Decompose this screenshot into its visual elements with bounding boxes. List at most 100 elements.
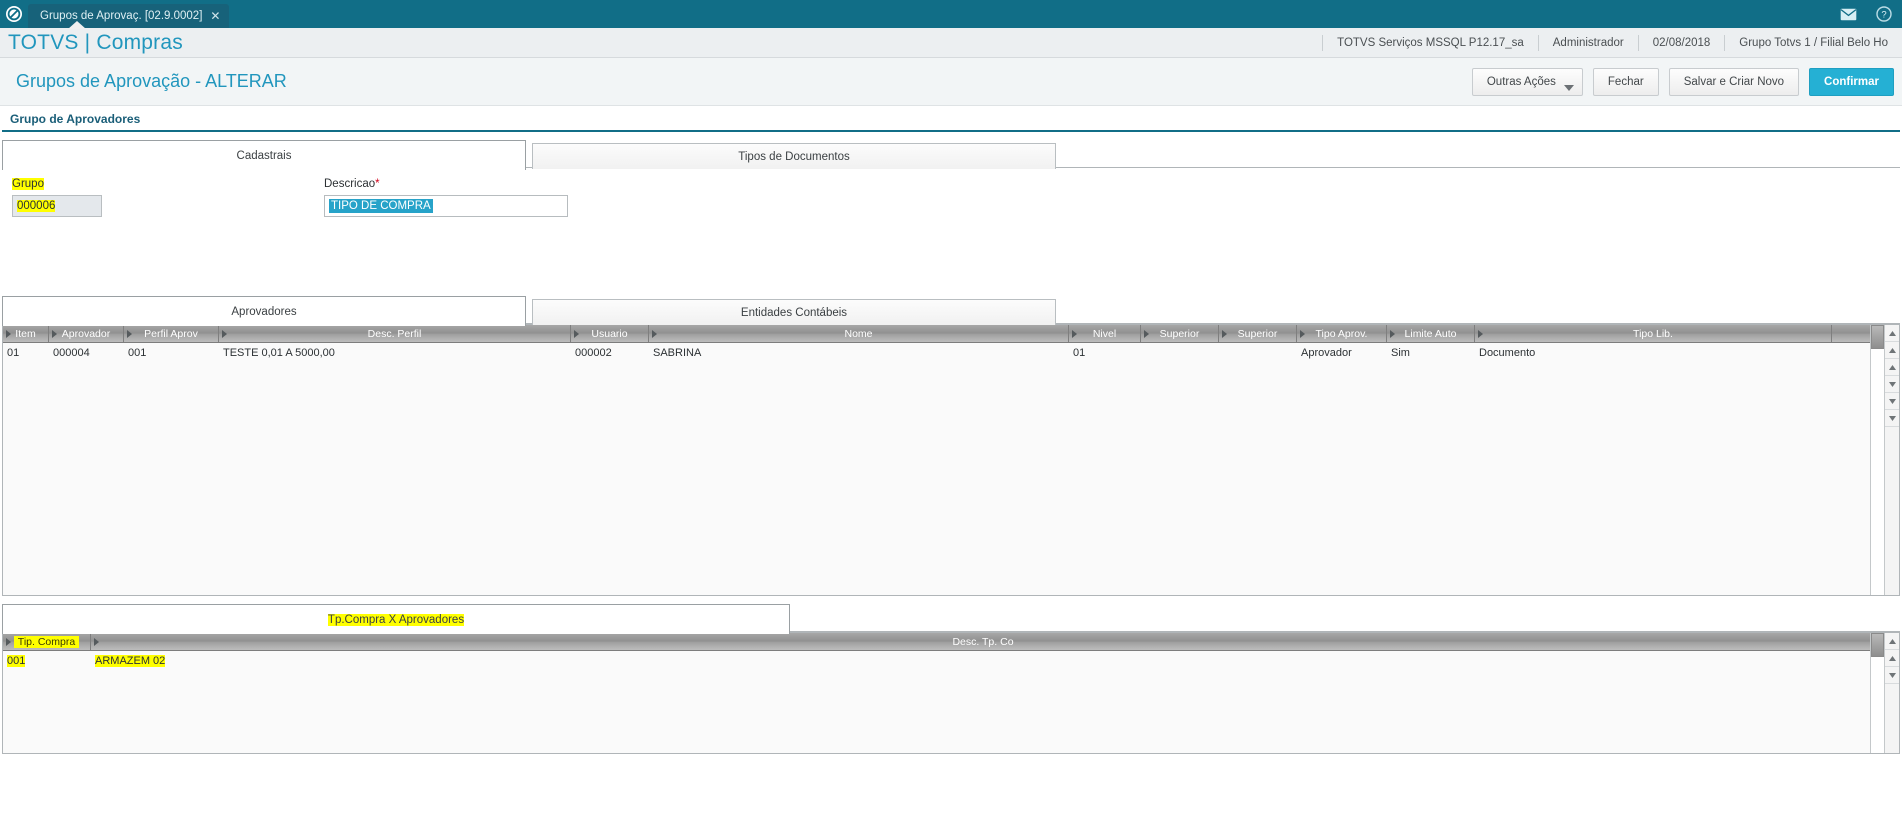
sort-arrow-icon[interactable] — [94, 637, 99, 646]
grupo-input[interactable]: 000006 — [12, 195, 102, 217]
rail-down-icon[interactable] — [1885, 393, 1899, 410]
table-cell[interactable]: 000004 — [49, 347, 124, 359]
descricao-value: TIPO DE COMPRA — [329, 199, 433, 213]
sort-arrow-icon[interactable] — [127, 329, 132, 338]
descricao-input[interactable]: TIPO DE COMPRA — [324, 195, 568, 217]
sort-arrow-icon[interactable] — [1300, 329, 1305, 338]
aprovadores-col-header[interactable]: Desc. Perfil — [219, 325, 571, 342]
aprovadores-col-header-label: Aprovador — [61, 327, 111, 340]
table-cell[interactable]: TESTE 0,01 A 5000,00 — [219, 347, 571, 359]
other-actions-button[interactable]: Outras Ações — [1471, 67, 1583, 96]
tab-tpcompra-x-aprovadores[interactable]: Tp.Compra X Aprovadores — [2, 604, 790, 634]
tab-notch — [68, 21, 86, 29]
routine-toolbar: Grupos de Aprovação - ALTERAR Outras Açõ… — [0, 58, 1902, 106]
grid-aprovadores-header: Item Aprovador Perfil Aprov Desc. Perfil Usu… — [3, 325, 1899, 343]
rail-up-icon[interactable] — [1885, 325, 1899, 342]
tpcompra-col-header[interactable]: Desc. Tp. Co — [91, 633, 1876, 650]
aprovadores-col-header-label: Tipo Lib. — [1633, 327, 1673, 340]
table-cell[interactable]: 01 — [3, 347, 49, 359]
sort-arrow-icon[interactable] — [222, 329, 227, 338]
aprovadores-col-header[interactable]: Tipo Lib. — [1475, 325, 1832, 342]
env-branch: Grupo Totvs 1 / Filial Belo Ho — [1724, 34, 1902, 51]
aprovadores-col-header[interactable]: Tipo Aprov. — [1297, 325, 1387, 342]
sort-arrow-icon[interactable] — [1222, 329, 1227, 338]
table-cell[interactable]: Documento — [1475, 347, 1832, 359]
table-row[interactable]: 01 000004 001 TESTE 0,01 A 5000,00 000002 SAB… — [3, 343, 1899, 363]
table-cell[interactable]: 000002 — [571, 347, 649, 359]
rail-up-icon[interactable] — [1885, 359, 1899, 376]
routine-action-buttons: Outras Ações Fechar Salvar e Criar Novo … — [1471, 67, 1894, 96]
tpcompra-col-header[interactable]: Tip. Compra — [3, 633, 91, 650]
tab-aprovadores[interactable]: Aprovadores — [2, 296, 526, 326]
aprovadores-col-header[interactable]: Nivel — [1069, 325, 1141, 342]
table-cell[interactable]: Sim — [1387, 347, 1475, 359]
rail-down-icon[interactable] — [1885, 376, 1899, 393]
grid-tpcompra-vscrollbar[interactable] — [1870, 633, 1884, 753]
aprovadores-col-header[interactable]: Superior — [1141, 325, 1219, 342]
tab-tipos-de-documentos-label: Tipos de Documentos — [738, 150, 850, 163]
sort-arrow-icon[interactable] — [52, 329, 57, 338]
grid-aprovadores-body: 01 000004 001 TESTE 0,01 A 5000,00 000002 SAB… — [3, 343, 1899, 363]
save-and-create-new-button[interactable]: Salvar e Criar Novo — [1668, 67, 1800, 96]
top-tab-bar: Cadastrais Tipos de Documentos — [2, 140, 1900, 170]
rail-up-icon[interactable] — [1885, 650, 1899, 667]
rail-up-icon[interactable] — [1885, 342, 1899, 359]
confirm-button[interactable]: Confirmar — [1809, 67, 1894, 96]
grupo-value: 000006 — [17, 200, 56, 212]
tpcompra-col-header-label: Desc. Tp. Co — [952, 635, 1014, 648]
tab-aprovadores-label: Aprovadores — [231, 305, 297, 318]
table-cell[interactable]: 001 — [124, 347, 219, 359]
grupo-label: Grupo — [12, 178, 44, 190]
aprovadores-col-header-label: Superior — [1237, 327, 1278, 340]
tab-cadastrais[interactable]: Cadastrais — [2, 140, 526, 170]
table-cell[interactable]: SABRINA — [649, 347, 1069, 359]
svg-text:?: ? — [1881, 10, 1886, 21]
table-row[interactable]: 001 ARMAZEM 02 — [3, 651, 1899, 671]
browser-tabstrip: Grupos de Aprovaç. [02.9.0002] ✕ ? — [0, 0, 1902, 29]
table-cell[interactable]: ARMAZEM 02 — [91, 655, 1876, 667]
aprovadores-col-header[interactable]: Limite Auto — [1387, 325, 1475, 342]
tab-entidades-contabeis[interactable]: Entidades Contábeis — [532, 299, 1056, 325]
sort-arrow-icon[interactable] — [6, 329, 11, 338]
sort-arrow-icon[interactable] — [1478, 329, 1483, 338]
help-circle-icon[interactable]: ? — [1866, 0, 1902, 28]
scrollbar-thumb[interactable] — [1871, 325, 1884, 349]
application-header: TOTVS | Compras TOTVS Serviços MSSQL P12… — [0, 28, 1902, 58]
tab-cadastrais-label: Cadastrais — [236, 149, 292, 162]
sort-arrow-icon[interactable] — [574, 329, 579, 338]
close-button[interactable]: Fechar — [1592, 67, 1659, 96]
field-descricao: Descricao* TIPO DE COMPRA — [324, 178, 570, 217]
mail-icon[interactable] — [1830, 0, 1866, 28]
aprovadores-col-header[interactable]: Superior — [1219, 325, 1297, 342]
sort-arrow-icon[interactable] — [1072, 329, 1077, 338]
tabstrip-right-icons: ? — [1830, 0, 1902, 28]
sort-arrow-icon[interactable] — [1390, 329, 1395, 338]
table-cell[interactable]: 01 — [1069, 347, 1141, 359]
aprovadores-col-header[interactable]: Aprovador — [49, 325, 124, 342]
brand-title: TOTVS | Compras — [8, 30, 183, 54]
aprovadores-col-header[interactable]: Usuario — [571, 325, 649, 342]
field-grupo: Grupo 000006 — [12, 178, 104, 217]
aprovadores-col-header[interactable]: Perfil Aprov — [124, 325, 219, 342]
aprovadores-col-header[interactable]: Item — [3, 325, 49, 342]
sort-arrow-icon[interactable] — [6, 637, 11, 646]
form-panel-cadastrais: Grupo 000006 Descricao* TIPO DE COMPRA — [0, 168, 1902, 296]
rail-down-icon[interactable] — [1885, 410, 1899, 427]
table-cell[interactable]: Aprovador — [1297, 347, 1387, 359]
rail-up-icon[interactable] — [1885, 633, 1899, 650]
close-icon[interactable]: ✕ — [210, 10, 220, 22]
aprovadores-col-header[interactable]: Nome — [649, 325, 1069, 342]
browser-tab[interactable]: Grupos de Aprovaç. [02.9.0002] ✕ — [28, 4, 230, 29]
aprovadores-col-header-label: Nivel — [1092, 327, 1117, 340]
caret-down-icon[interactable] — [1563, 84, 1574, 91]
table-cell[interactable]: 001 — [3, 655, 91, 667]
mid-tab-bar: Aprovadores Entidades Contábeis — [2, 296, 1900, 326]
scrollbar-thumb[interactable] — [1871, 633, 1884, 657]
rail-down-icon[interactable] — [1885, 667, 1899, 684]
section-heading: Grupo de Aprovadores — [2, 106, 1900, 132]
tab-tipos-de-documentos[interactable]: Tipos de Documentos — [532, 143, 1056, 169]
sort-arrow-icon[interactable] — [1144, 329, 1149, 338]
tab-tpcompra-x-aprovadores-label: Tp.Compra X Aprovadores — [327, 613, 465, 626]
grid-aprovadores-vscrollbar[interactable] — [1870, 325, 1884, 595]
sort-arrow-icon[interactable] — [652, 329, 657, 338]
